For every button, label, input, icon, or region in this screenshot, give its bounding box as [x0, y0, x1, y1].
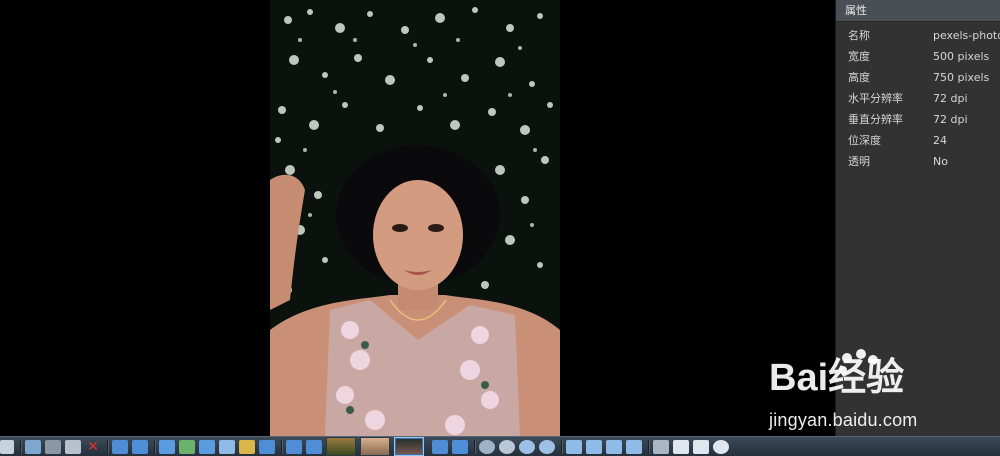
property-row-width: 宽度 500 pixels	[836, 46, 1000, 67]
actual-size-icon[interactable]	[586, 439, 602, 454]
toolbar-divider	[648, 439, 649, 454]
property-row-transparent: 透明 No	[836, 151, 1000, 172]
fit-width-icon[interactable]	[606, 439, 622, 454]
watermark-url: jingyan.baidu.com	[769, 410, 918, 430]
toolbar-divider	[20, 439, 21, 454]
fit-icon[interactable]	[566, 439, 582, 454]
baidu-jingyan-logo: Bai经验	[769, 349, 904, 399]
toolbar-divider	[561, 439, 562, 454]
zoom-out-icon[interactable]	[519, 439, 535, 454]
property-key: 名称	[848, 29, 870, 42]
exit-icon[interactable]	[0, 439, 14, 454]
property-value: 72 dpi	[933, 92, 968, 105]
slideshow-icon[interactable]	[653, 439, 669, 454]
first-image-icon[interactable]	[286, 439, 302, 454]
previous-image-icon[interactable]	[306, 439, 322, 454]
property-row-vertical-resolution: 垂直分辨率 72 dpi	[836, 109, 1000, 130]
property-value: 72 dpi	[933, 113, 968, 126]
property-value: 750 pixels	[933, 71, 990, 84]
properties-list: 名称 pexels-photo 宽度 500 pixels 高度 750 pixels…	[836, 22, 1000, 172]
property-value: 500 pixels	[933, 50, 990, 63]
save-icon[interactable]	[45, 439, 61, 454]
zoom-in-icon[interactable]	[539, 439, 555, 454]
fullscreen-icon[interactable]	[673, 439, 689, 454]
panel-title: 属性	[836, 0, 1000, 22]
fit-height-icon[interactable]	[626, 439, 642, 454]
crop-icon[interactable]	[159, 439, 175, 454]
send-icon[interactable]	[259, 439, 275, 454]
portrait-photo-illustration	[270, 0, 560, 436]
property-row-horizontal-resolution: 水平分辨率 72 dpi	[836, 88, 1000, 109]
toolbar-divider	[474, 439, 475, 454]
open-icon[interactable]	[25, 439, 41, 454]
rotate-left-icon[interactable]	[112, 439, 128, 454]
thumbnail-previous-2[interactable]	[326, 437, 356, 456]
view-icon[interactable]	[713, 439, 729, 454]
property-key: 垂直分辨率	[848, 113, 903, 126]
property-row-height: 高度 750 pixels	[836, 67, 1000, 88]
adjust-color-icon[interactable]	[179, 439, 195, 454]
toolbar-divider	[107, 439, 108, 454]
image-viewport[interactable]	[0, 0, 835, 436]
image-viewer-window: ▶ 属性 名称pexels-photo 宽度500 pixels 高度750 p…	[0, 0, 1000, 456]
settings-icon[interactable]	[479, 439, 495, 454]
bottom-toolbar: ✕	[0, 436, 1000, 456]
draw-icon[interactable]	[239, 439, 255, 454]
property-value: pexels-photo	[933, 29, 1000, 42]
delete-icon[interactable]: ✕	[85, 440, 101, 454]
toolbar-divider	[281, 439, 282, 454]
property-key: 透明	[848, 155, 870, 168]
rotate-right-icon[interactable]	[132, 439, 148, 454]
zoom-icon[interactable]	[499, 439, 515, 454]
property-key: 宽度	[848, 50, 870, 63]
baidu-logo-text: Bai经验	[769, 357, 904, 399]
property-key: 水平分辨率	[848, 92, 903, 105]
property-value: 24	[933, 134, 947, 147]
properties-icon[interactable]	[693, 439, 709, 454]
next-image-icon[interactable]	[432, 439, 448, 454]
print-icon[interactable]	[65, 439, 81, 454]
property-key: 高度	[848, 71, 870, 84]
resize-icon[interactable]	[199, 439, 215, 454]
edit-icon[interactable]	[219, 439, 235, 454]
property-key: 位深度	[848, 134, 881, 147]
toolbar-divider	[154, 439, 155, 454]
baidu-jingyan-watermark: Bai经验 jingyan.baidu.com	[765, 348, 995, 436]
last-image-icon[interactable]	[452, 439, 468, 454]
property-row-name: 名称 pexels-photo	[836, 25, 1000, 46]
displayed-photo	[270, 0, 560, 436]
property-value: No	[933, 155, 948, 168]
thumbnail-previous-1[interactable]	[360, 437, 390, 456]
property-row-bit-depth: 位深度 24	[836, 130, 1000, 151]
thumbnail-current[interactable]	[394, 437, 424, 456]
